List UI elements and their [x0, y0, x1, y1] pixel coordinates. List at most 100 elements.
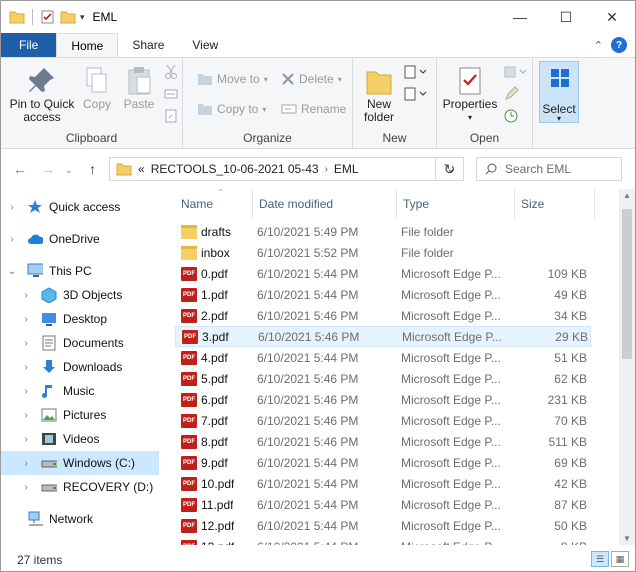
- column-type-header[interactable]: Type: [397, 189, 515, 219]
- qat-customize-icon[interactable]: ▾: [80, 12, 85, 23]
- new-folder-qat-icon[interactable]: [60, 9, 76, 25]
- file-row[interactable]: PDF 4.pdf 6/10/2021 5:44 PM Microsoft Edge …: [175, 347, 591, 368]
- help-icon[interactable]: ?: [611, 37, 627, 53]
- new-item-icon[interactable]: [403, 64, 427, 80]
- chevron-right-icon[interactable]: ›: [21, 362, 31, 373]
- nav-item-documents[interactable]: › Documents: [1, 331, 159, 355]
- nav-item-videos[interactable]: › Videos: [1, 427, 159, 451]
- collapse-ribbon-icon[interactable]: ⌃: [594, 39, 603, 52]
- file-row[interactable]: PDF 3.pdf 6/10/2021 5:46 PM Microsoft Edge …: [175, 326, 591, 347]
- search-icon: [485, 163, 497, 175]
- refresh-icon[interactable]: ↻: [435, 157, 464, 181]
- nav-item-pictures[interactable]: › Pictures: [1, 403, 159, 427]
- new-folder-button[interactable]: New folder: [357, 64, 401, 124]
- file-row[interactable]: PDF 1.pdf 6/10/2021 5:44 PM Microsoft Edge …: [175, 284, 591, 305]
- chevron-right-icon[interactable]: ›: [21, 386, 31, 397]
- copy-to-button[interactable]: Copy to ▾: [197, 102, 266, 116]
- pc-icon: [27, 263, 43, 279]
- chevron-right-icon[interactable]: ›: [21, 458, 31, 469]
- file-row[interactable]: PDF 2.pdf 6/10/2021 5:46 PM Microsoft Edge …: [175, 305, 591, 326]
- file-row[interactable]: PDF 11.pdf 6/10/2021 5:44 PM Microsoft Edge…: [175, 494, 591, 515]
- file-row[interactable]: PDF 9.pdf 6/10/2021 5:44 PM Microsoft Edge …: [175, 452, 591, 473]
- folder-icon: [9, 11, 25, 24]
- nav-item-3d-objects[interactable]: › 3D Objects: [1, 283, 159, 307]
- nav-item-downloads[interactable]: › Downloads: [1, 355, 159, 379]
- back-arrow-icon[interactable]: ←: [13, 161, 27, 177]
- scroll-down-icon[interactable]: ▼: [619, 534, 635, 543]
- nav-item-desktop[interactable]: › Desktop: [1, 307, 159, 331]
- nav-item-onedrive[interactable]: › OneDrive: [1, 227, 159, 251]
- edit-icon[interactable]: [503, 86, 519, 102]
- nav-item-recovery-d[interactable]: › RECOVERY (D:): [1, 475, 159, 499]
- file-row[interactable]: PDF 13.pdf 6/10/2021 5:44 PM Microsoft Edge…: [175, 536, 591, 545]
- forward-arrow-icon[interactable]: →: [41, 161, 55, 177]
- large-icons-view-icon[interactable]: ▦: [611, 551, 629, 567]
- file-row[interactable]: PDF 10.pdf 6/10/2021 5:44 PM Microsoft Edge…: [175, 473, 591, 494]
- chevron-down-icon[interactable]: ⌄: [7, 266, 17, 277]
- file-row[interactable]: PDF 7.pdf 6/10/2021 5:46 PM Microsoft Edge …: [175, 410, 591, 431]
- up-arrow-icon[interactable]: ↑: [89, 161, 96, 177]
- paste-button[interactable]: Paste: [119, 64, 159, 111]
- pin-quick-access-button[interactable]: Pin to Quick access: [7, 64, 77, 124]
- nav-item-label: Downloads: [63, 360, 123, 374]
- chevron-right-icon[interactable]: ›: [7, 202, 17, 213]
- nav-item-quick-access[interactable]: › Quick access: [1, 195, 159, 219]
- delete-icon: [282, 73, 294, 85]
- open-icon[interactable]: [503, 64, 527, 80]
- scrollbar-thumb[interactable]: [622, 209, 632, 359]
- file-row[interactable]: PDF 12.pdf 6/10/2021 5:44 PM Microsoft Edge…: [175, 515, 591, 536]
- copy-path-icon[interactable]: [163, 86, 179, 102]
- file-type: Microsoft Edge P...: [402, 329, 502, 344]
- nav-item-network[interactable]: Network: [1, 507, 159, 531]
- maximize-button[interactable]: ☐: [543, 1, 589, 33]
- details-view-icon[interactable]: ☰: [591, 551, 609, 567]
- copy-button[interactable]: Copy: [77, 64, 117, 111]
- chevron-right-icon[interactable]: ›: [21, 482, 31, 493]
- tab-home[interactable]: Home: [56, 33, 119, 57]
- move-to-button[interactable]: Move to ▾: [197, 72, 268, 86]
- file-name: 13.pdf: [201, 540, 234, 546]
- history-icon[interactable]: [503, 108, 519, 124]
- rename-button[interactable]: Rename: [281, 102, 346, 116]
- breadcrumb-overflow[interactable]: «: [138, 162, 145, 176]
- nav-item-music[interactable]: › Music: [1, 379, 159, 403]
- select-button[interactable]: Select ▾: [539, 61, 579, 123]
- scroll-up-icon[interactable]: ▲: [619, 191, 635, 200]
- chevron-right-icon[interactable]: ›: [21, 338, 31, 349]
- breadcrumb-eml[interactable]: EML: [334, 162, 359, 176]
- chevron-right-icon[interactable]: ›: [21, 314, 31, 325]
- column-name-header[interactable]: Name ^: [175, 189, 253, 219]
- tab-view[interactable]: View: [178, 33, 232, 57]
- breadcrumb-rectools[interactable]: RECTOOLS_10-06-2021 05-43: [151, 162, 319, 176]
- chevron-right-icon[interactable]: ›: [7, 234, 17, 245]
- paste-shortcut-icon[interactable]: [163, 108, 179, 124]
- easy-access-icon[interactable]: [403, 86, 427, 102]
- column-size-header[interactable]: Size: [515, 189, 595, 219]
- properties-button[interactable]: Properties ▾: [441, 64, 499, 124]
- nav-item-this-pc[interactable]: ⌄ This PC: [1, 259, 159, 283]
- file-row[interactable]: PDF 8.pdf 6/10/2021 5:46 PM Microsoft Edge …: [175, 431, 591, 452]
- file-date: 6/10/2021 5:46 PM: [257, 308, 359, 323]
- address-bar[interactable]: « RECTOOLS_10-06-2021 05-43 › EML ⌄: [109, 157, 464, 181]
- properties-qat-icon[interactable]: [40, 9, 56, 25]
- chevron-right-icon[interactable]: ›: [21, 290, 31, 301]
- search-input[interactable]: Search EML: [476, 157, 622, 181]
- column-date-header[interactable]: Date modified: [253, 189, 397, 219]
- recent-locations-icon[interactable]: ⌄: [65, 165, 73, 176]
- vertical-scrollbar[interactable]: ▲ ▼: [619, 189, 635, 545]
- file-row[interactable]: PDF 6.pdf 6/10/2021 5:46 PM Microsoft Edge …: [175, 389, 591, 410]
- tab-file[interactable]: File: [1, 33, 57, 57]
- file-row[interactable]: inbox 6/10/2021 5:52 PM File folder: [175, 242, 591, 263]
- nav-item-windows-c[interactable]: › Windows (C:): [1, 451, 159, 475]
- chevron-right-icon[interactable]: ›: [21, 410, 31, 421]
- minimize-button[interactable]: —: [497, 1, 543, 33]
- cut-icon[interactable]: [163, 64, 179, 80]
- delete-button[interactable]: Delete ▾: [281, 72, 342, 86]
- file-row[interactable]: PDF 5.pdf 6/10/2021 5:46 PM Microsoft Edge …: [175, 368, 591, 389]
- close-button[interactable]: ✕: [589, 1, 635, 33]
- file-row[interactable]: PDF 0.pdf 6/10/2021 5:44 PM Microsoft Edge …: [175, 263, 591, 284]
- chevron-right-icon[interactable]: ›: [21, 434, 31, 445]
- file-size: 8 KB: [515, 540, 587, 546]
- tab-share[interactable]: Share: [118, 33, 178, 57]
- file-row[interactable]: drafts 6/10/2021 5:49 PM File folder: [175, 221, 591, 242]
